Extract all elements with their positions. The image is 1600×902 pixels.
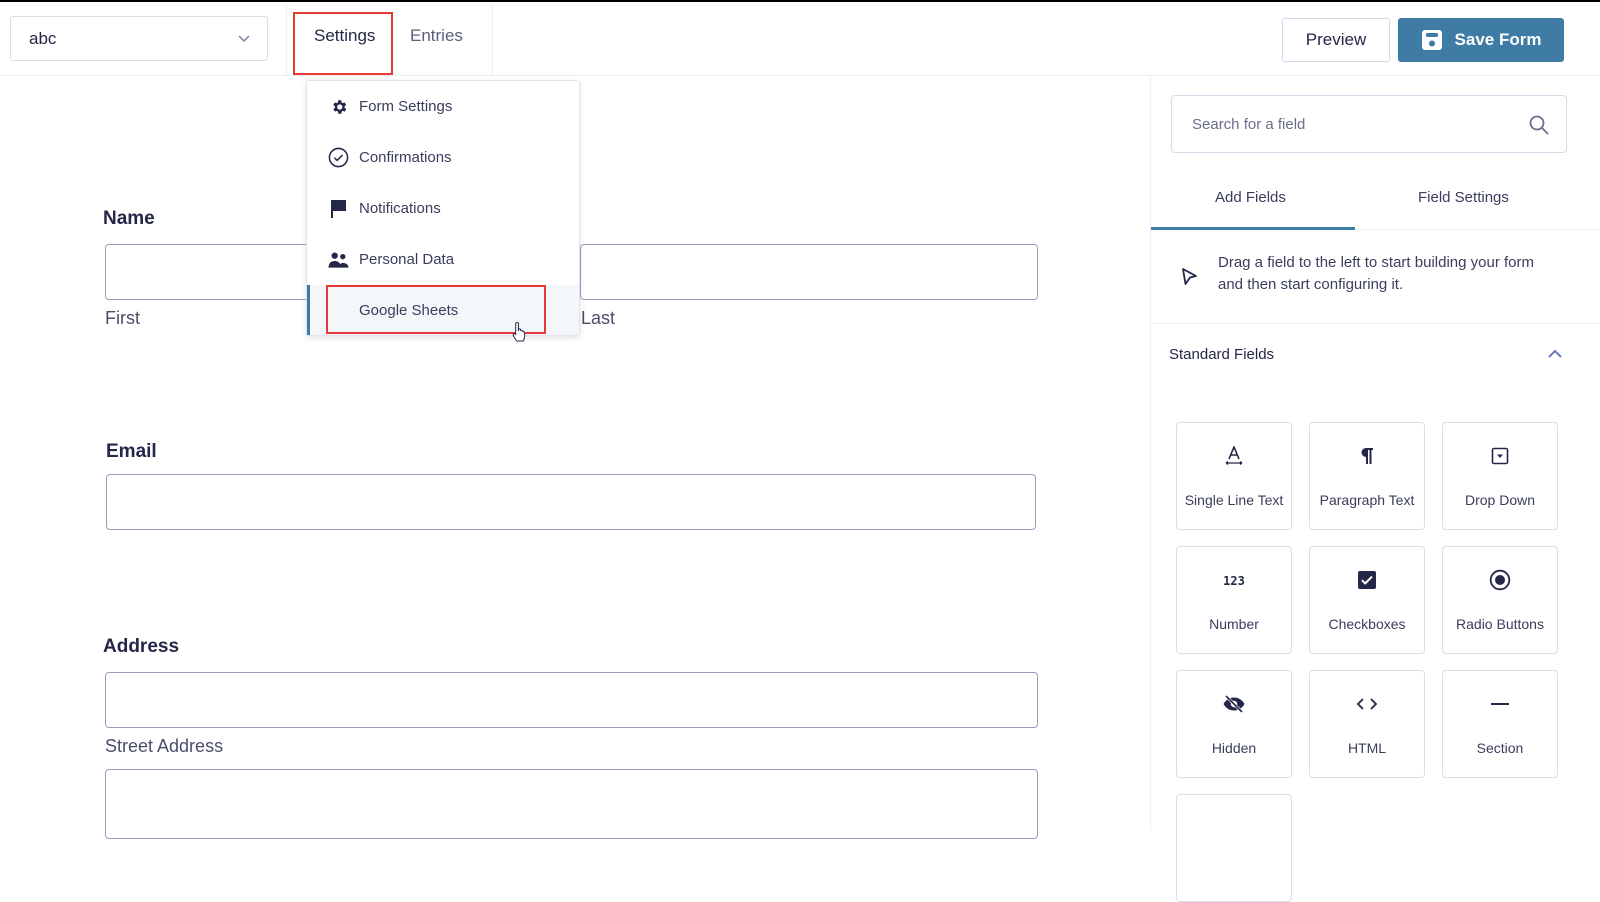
divider	[1151, 323, 1600, 324]
tile-label: Hidden	[1211, 740, 1257, 756]
pointer-arrow-icon	[1182, 268, 1197, 285]
name-first-input[interactable]	[105, 244, 315, 300]
menu-item-label: Google Sheets	[359, 301, 459, 319]
top-toolbar: abc Settings Entries Preview Save Form	[0, 2, 1600, 78]
field-label-address: Address	[103, 636, 180, 657]
dropdown-icon	[1443, 445, 1557, 467]
menu-item-confirmations[interactable]: Confirmations	[307, 132, 579, 182]
field-label-name: Name	[103, 208, 155, 229]
eye-slash-icon	[1177, 693, 1291, 715]
gear-icon	[328, 96, 349, 117]
divider	[286, 4, 287, 78]
search-icon[interactable]	[1528, 114, 1550, 136]
field-tile-single-line-text[interactable]: Single Line Text	[1176, 422, 1292, 530]
field-tile-number[interactable]: 123 Number	[1176, 546, 1292, 654]
sub-label-first: First	[105, 308, 140, 328]
field-tile-paragraph-text[interactable]: Paragraph Text	[1309, 422, 1425, 530]
field-tile-hidden[interactable]: Hidden	[1176, 670, 1292, 778]
street-address-input[interactable]	[105, 672, 1038, 728]
menu-item-personal-data[interactable]: Personal Data	[307, 234, 579, 284]
tile-label: Checkboxes	[1328, 616, 1406, 632]
sub-label-last: Last	[581, 308, 616, 328]
tab-entries[interactable]: Entries	[410, 26, 463, 46]
drag-hint-text: Drag a field to the left to start buildi…	[1218, 254, 1534, 293]
section-title-standard-fields: Standard Fields	[1169, 346, 1275, 363]
number-icon: 123	[1177, 569, 1291, 591]
sub-label-street-address: Street Address	[105, 736, 224, 756]
menu-item-form-settings[interactable]: Form Settings	[307, 81, 579, 131]
tab-field-settings[interactable]: Field Settings	[1418, 189, 1509, 206]
field-label-email: Email	[106, 441, 157, 462]
field-tile-drop-down[interactable]: Drop Down	[1442, 422, 1558, 530]
svg-text:123: 123	[1223, 574, 1245, 587]
field-search-input[interactable]: Search for a field	[1171, 95, 1567, 153]
field-search-placeholder: Search for a field	[1192, 115, 1306, 133]
email-input[interactable]	[106, 474, 1036, 530]
chevron-up-icon[interactable]	[1547, 348, 1563, 360]
minus-icon	[1443, 693, 1557, 715]
tile-label: Radio Buttons	[1456, 616, 1544, 632]
name-last-input[interactable]	[580, 244, 1038, 300]
save-icon	[1421, 30, 1442, 50]
field-tile-html[interactable]: HTML	[1309, 670, 1425, 778]
tile-label: HTML	[1347, 740, 1387, 756]
form-selector-value: abc	[29, 28, 57, 48]
divider	[492, 4, 493, 78]
radio-icon	[1443, 569, 1557, 591]
tile-label: Drop Down	[1464, 492, 1536, 508]
tile-label: Number	[1209, 616, 1259, 632]
menu-item-label: Notifications	[359, 199, 441, 217]
chevron-down-icon	[238, 35, 250, 43]
tab-add-fields[interactable]: Add Fields	[1215, 189, 1286, 206]
field-tile-section[interactable]: Section	[1442, 670, 1558, 778]
address-line-2-input[interactable]	[105, 769, 1038, 839]
hand-pointer-cursor-icon	[512, 321, 526, 342]
field-tile-radio-buttons[interactable]: Radio Buttons	[1442, 546, 1558, 654]
tile-label: Paragraph Text	[1319, 492, 1415, 508]
menu-item-notifications[interactable]: Notifications	[307, 183, 579, 233]
active-tab-indicator	[1151, 227, 1355, 230]
save-form-button[interactable]: Save Form	[1398, 18, 1564, 62]
menu-item-label: Form Settings	[359, 97, 453, 115]
tab-settings[interactable]: Settings	[314, 26, 375, 46]
settings-dropdown-menu: Form Settings Confirmations Notification…	[306, 80, 580, 336]
tile-label: Single Line Text	[1184, 492, 1284, 508]
single-line-text-icon	[1177, 445, 1291, 467]
field-panel: Search for a field Add Fields Field Sett…	[1150, 77, 1600, 902]
form-selector[interactable]: abc	[10, 16, 268, 61]
users-icon	[328, 249, 349, 270]
menu-item-label: Confirmations	[359, 148, 452, 166]
tile-label: Section	[1476, 740, 1524, 756]
menu-item-label: Personal Data	[359, 250, 455, 268]
field-tile-checkboxes[interactable]: Checkboxes	[1309, 546, 1425, 654]
menu-item-google-sheets[interactable]: Google Sheets	[307, 285, 579, 335]
check-circle-icon	[328, 147, 349, 168]
preview-button[interactable]: Preview	[1282, 18, 1390, 62]
checkbox-icon	[1310, 569, 1424, 591]
save-form-label: Save Form	[1454, 30, 1542, 49]
field-tile-partial[interactable]	[1176, 794, 1292, 902]
code-icon	[1310, 693, 1424, 715]
flag-icon	[328, 198, 349, 219]
pilcrow-icon	[1310, 445, 1424, 467]
